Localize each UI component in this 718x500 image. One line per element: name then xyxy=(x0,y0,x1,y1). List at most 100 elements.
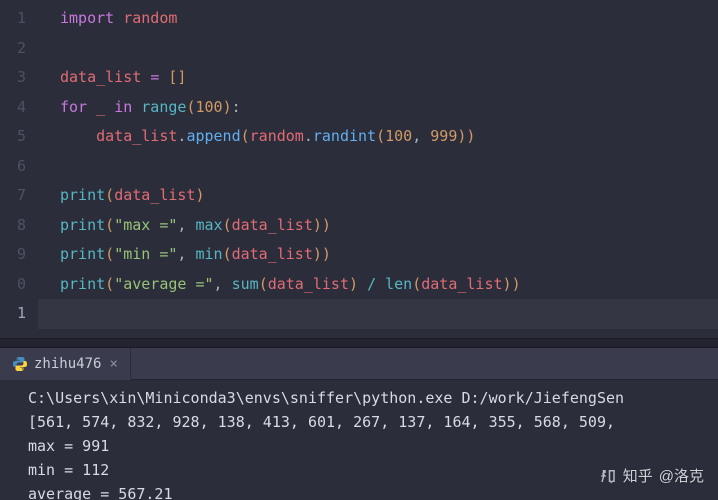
terminal-tab[interactable]: zhihu476 × xyxy=(0,348,131,380)
code-token: "max =" xyxy=(114,216,177,234)
code-token: . xyxy=(304,127,313,145)
code-token: data_list xyxy=(232,245,313,263)
code-token: print xyxy=(60,275,105,293)
code-token: ) xyxy=(313,216,322,234)
watermark-site: 知乎 xyxy=(623,465,653,486)
code-token: ) xyxy=(223,98,232,116)
code-token xyxy=(141,68,150,86)
code-token: , xyxy=(177,245,195,263)
code-token: in xyxy=(114,98,141,116)
code-token: data_list xyxy=(421,275,502,293)
pane-splitter[interactable] xyxy=(0,338,718,348)
python-icon xyxy=(12,356,28,372)
line-number: 0 xyxy=(0,270,26,300)
terminal-line: [561, 574, 832, 928, 138, 413, 601, 267,… xyxy=(28,410,702,434)
code-token: ( xyxy=(259,275,268,293)
code-token: / xyxy=(367,275,376,293)
code-token: = xyxy=(150,68,159,86)
code-token xyxy=(105,98,114,116)
line-number: 6 xyxy=(0,152,26,182)
editor-pane: 12345678901 import random data_list = []… xyxy=(0,0,718,338)
code-token: ) xyxy=(512,275,521,293)
line-number: 8 xyxy=(0,211,26,241)
watermark-author: @洛克 xyxy=(659,465,704,486)
code-token: import xyxy=(60,9,123,27)
watermark: 知乎 @洛克 xyxy=(599,465,704,486)
code-token: data_list xyxy=(96,127,177,145)
code-token: ( xyxy=(241,127,250,145)
code-token: sum xyxy=(232,275,259,293)
code-token: random xyxy=(123,9,177,27)
code-token: print xyxy=(60,186,105,204)
code-token: min xyxy=(195,245,222,263)
code-token: , xyxy=(177,216,195,234)
terminal-tabbar: zhihu476 × xyxy=(0,348,718,380)
code-token: ) xyxy=(322,216,331,234)
code-line[interactable] xyxy=(60,152,718,182)
code-token: ( xyxy=(223,245,232,263)
code-token: ( xyxy=(223,216,232,234)
code-line[interactable]: data_list = [] xyxy=(60,63,718,93)
code-line[interactable] xyxy=(60,34,718,64)
code-area[interactable]: import random data_list = []for _ in ran… xyxy=(38,0,718,338)
code-token: 100 xyxy=(195,98,222,116)
code-token: data_list xyxy=(114,186,195,204)
code-token: for xyxy=(60,98,96,116)
code-line[interactable]: print("average =", sum(data_list) / len(… xyxy=(60,270,718,300)
code-token: ) xyxy=(322,245,331,263)
code-token: ( xyxy=(105,245,114,263)
code-token: ) xyxy=(349,275,358,293)
line-number: 7 xyxy=(0,181,26,211)
code-line[interactable]: data_list.append(random.randint(100, 999… xyxy=(60,122,718,152)
code-token: ( xyxy=(412,275,421,293)
code-token: print xyxy=(60,245,105,263)
code-line[interactable] xyxy=(38,299,718,329)
code-line[interactable]: print("min =", min(data_list)) xyxy=(60,240,718,270)
code-token: data_list xyxy=(268,275,349,293)
code-token: ] xyxy=(177,68,186,86)
code-token: max xyxy=(195,216,222,234)
line-number: 4 xyxy=(0,93,26,123)
code-token: append xyxy=(186,127,240,145)
code-token: ( xyxy=(105,216,114,234)
code-token xyxy=(358,275,367,293)
code-token: randint xyxy=(313,127,376,145)
line-number-gutter: 12345678901 xyxy=(0,0,38,338)
code-token xyxy=(376,275,385,293)
line-number: 9 xyxy=(0,240,26,270)
code-token: _ xyxy=(96,98,105,116)
terminal-line: C:\Users\xin\Miniconda3\envs\sniffer\pyt… xyxy=(28,386,702,410)
line-number: 3 xyxy=(0,63,26,93)
terminal-line: max = 991 xyxy=(28,434,702,458)
code-token xyxy=(60,127,96,145)
code-token: data_list xyxy=(232,216,313,234)
close-icon[interactable]: × xyxy=(109,356,117,372)
code-token: len xyxy=(385,275,412,293)
code-token: ) xyxy=(195,186,204,204)
code-token: , xyxy=(214,275,232,293)
code-token: random xyxy=(250,127,304,145)
line-number: 1 xyxy=(0,4,26,34)
code-token: , xyxy=(412,127,430,145)
zhihu-icon xyxy=(599,467,617,485)
code-token: : xyxy=(232,98,241,116)
code-token: 999 xyxy=(430,127,457,145)
code-line[interactable]: import random xyxy=(60,4,718,34)
code-token: ( xyxy=(376,127,385,145)
code-token: 100 xyxy=(385,127,412,145)
code-token: data_list xyxy=(60,68,141,86)
line-number: 2 xyxy=(0,34,26,64)
code-token: "min =" xyxy=(114,245,177,263)
code-line[interactable]: for _ in range(100): xyxy=(60,93,718,123)
code-token: "average =" xyxy=(114,275,213,293)
line-number: 5 xyxy=(0,122,26,152)
code-line[interactable]: print(data_list) xyxy=(60,181,718,211)
line-number: 1 xyxy=(0,299,26,329)
code-token: ) xyxy=(503,275,512,293)
code-token: range xyxy=(141,98,186,116)
code-token: ) xyxy=(466,127,475,145)
code-token: print xyxy=(60,216,105,234)
code-line[interactable]: print("max =", max(data_list)) xyxy=(60,211,718,241)
code-token: ) xyxy=(313,245,322,263)
terminal-tab-label: zhihu476 xyxy=(34,356,101,372)
